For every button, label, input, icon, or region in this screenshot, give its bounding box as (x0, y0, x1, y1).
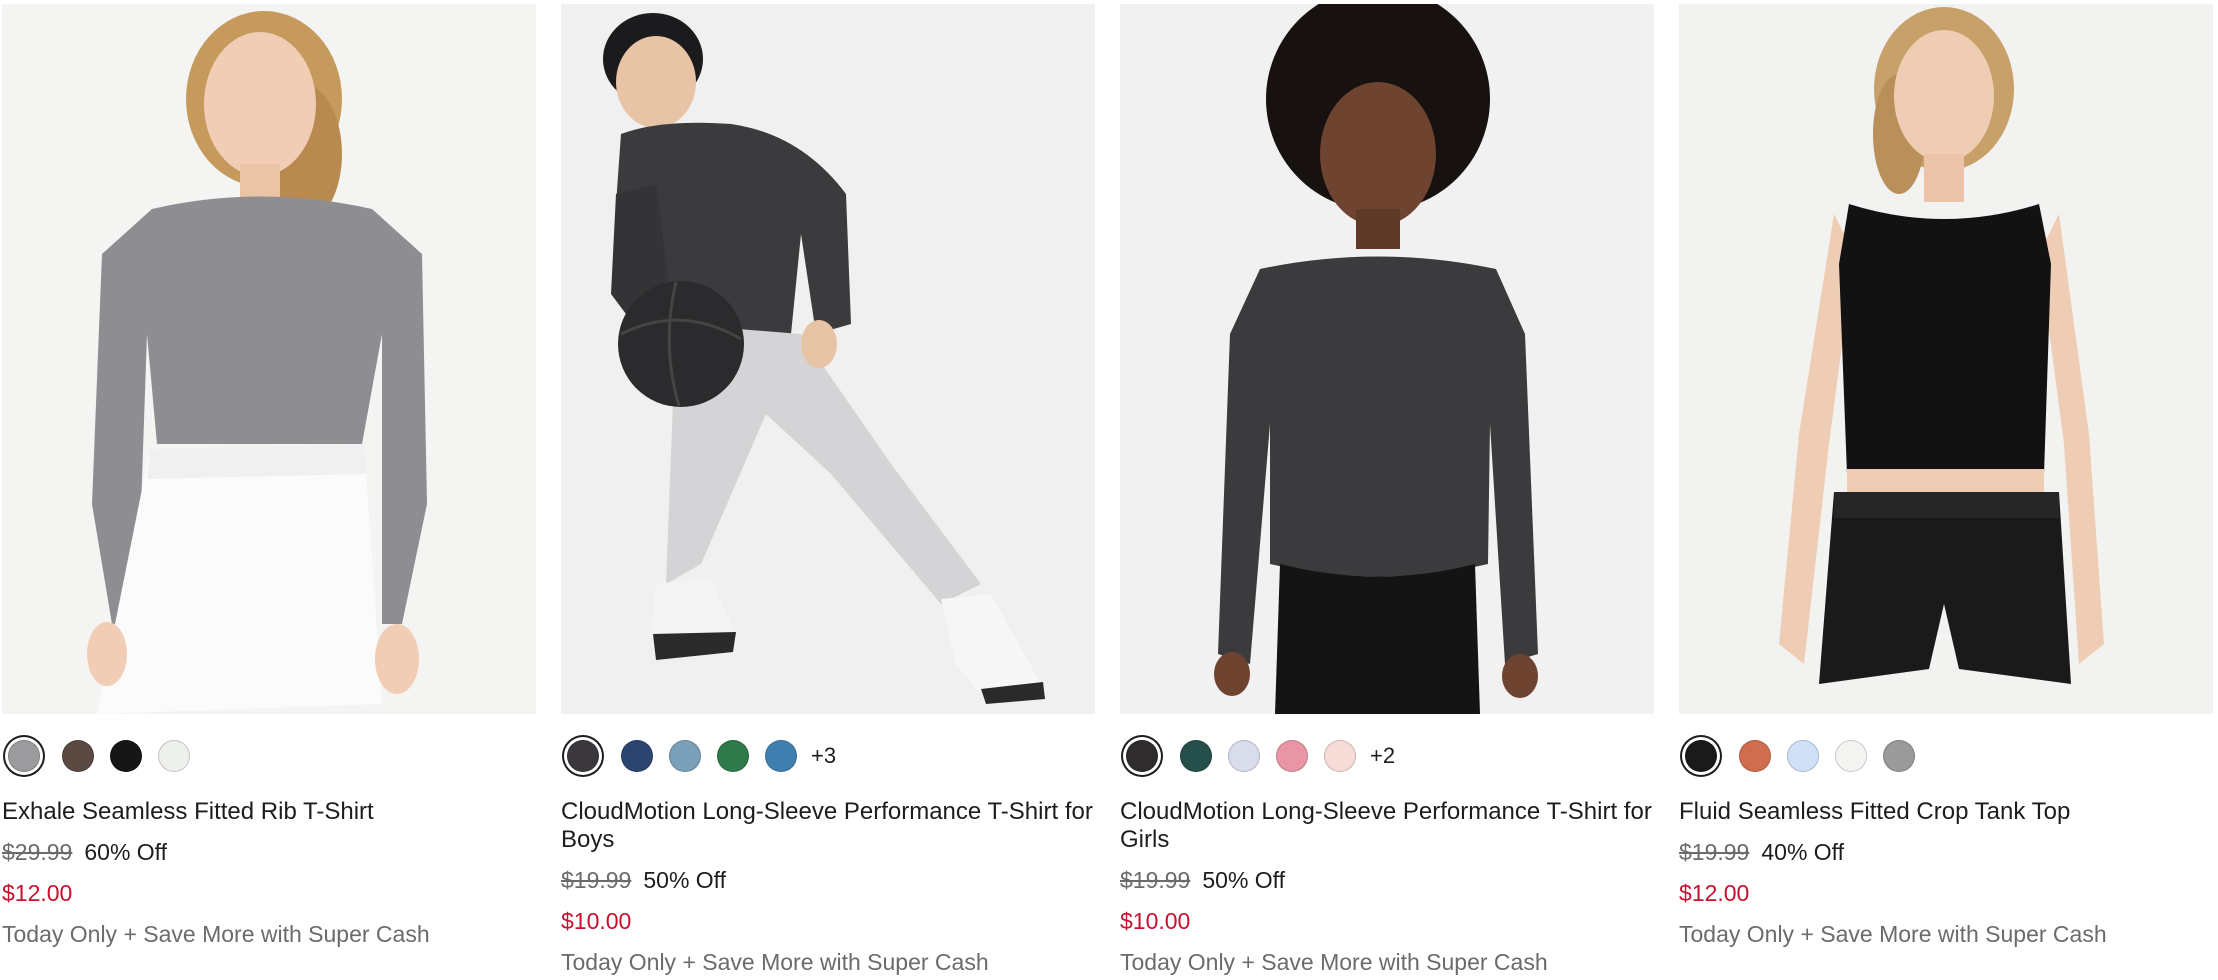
product-grid: Exhale Seamless Fitted Rib T-Shirt $29.9… (0, 0, 2218, 980)
discount-label: 40% Off (1761, 839, 1845, 865)
color-swatch[interactable] (765, 740, 797, 772)
color-swatch[interactable] (1126, 740, 1158, 772)
product-title[interactable]: CloudMotion Long-Sleeve Performance T-Sh… (1120, 798, 1654, 854)
sale-price: $10.00 (561, 908, 632, 934)
product-image[interactable] (1679, 4, 2213, 714)
color-swatch[interactable] (567, 740, 599, 772)
more-colors-link[interactable]: +3 (811, 743, 836, 769)
color-swatch[interactable] (1883, 740, 1915, 772)
promo-text: Today Only + Save More with Super Cash (1679, 921, 2107, 947)
color-swatch[interactable] (1685, 740, 1717, 772)
color-swatch[interactable] (1787, 740, 1819, 772)
original-price: $19.99 (1120, 867, 1191, 893)
original-price: $19.99 (1679, 839, 1750, 865)
color-swatch[interactable] (8, 740, 40, 772)
color-swatch[interactable] (1228, 740, 1260, 772)
discount-label: 50% Off (643, 867, 727, 893)
color-swatch[interactable] (158, 740, 190, 772)
original-price: $29.99 (2, 839, 73, 865)
product-card: Exhale Seamless Fitted Rib T-Shirt $29.9… (2, 0, 536, 947)
product-title[interactable]: CloudMotion Long-Sleeve Performance T-Sh… (561, 798, 1095, 854)
color-swatch[interactable] (1276, 740, 1308, 772)
color-swatches: +2 (1120, 734, 1395, 778)
product-image[interactable] (2, 4, 536, 714)
woman-gray-rib-tshirt-photo (2, 4, 536, 714)
color-swatches (2, 734, 206, 778)
product-card: +2 CloudMotion Long-Sleeve Performance T… (1120, 0, 1654, 975)
product-image[interactable] (1120, 4, 1654, 714)
promo-text: Today Only + Save More with Super Cash (1120, 949, 1548, 975)
price-row: $19.99 50% Off (1120, 866, 1285, 894)
price-row: $29.99 60% Off (2, 838, 167, 866)
product-title[interactable]: Fluid Seamless Fitted Crop Tank Top (1679, 798, 2213, 826)
price-row: $19.99 50% Off (561, 866, 726, 894)
more-colors-link[interactable]: +2 (1370, 743, 1395, 769)
discount-label: 60% Off (84, 839, 168, 865)
color-swatch[interactable] (110, 740, 142, 772)
boy-with-basketball-photo (561, 4, 1095, 714)
color-swatch[interactable] (1739, 740, 1771, 772)
product-card: +3 CloudMotion Long-Sleeve Performance T… (561, 0, 1095, 975)
sale-price: $12.00 (2, 880, 73, 906)
color-swatches (1679, 734, 1931, 778)
color-swatches: +3 (561, 734, 836, 778)
product-card: Fluid Seamless Fitted Crop Tank Top $19.… (1679, 0, 2213, 947)
original-price: $19.99 (561, 867, 632, 893)
product-image[interactable] (561, 4, 1095, 714)
color-swatch[interactable] (669, 740, 701, 772)
color-swatch[interactable] (717, 740, 749, 772)
woman-black-crop-tank-photo (1679, 4, 2213, 714)
discount-label: 50% Off (1202, 867, 1286, 893)
sale-price: $10.00 (1120, 908, 1191, 934)
color-swatch[interactable] (1324, 740, 1356, 772)
girl-dark-longsleeve-photo (1120, 4, 1654, 714)
price-row: $19.99 40% Off (1679, 838, 1844, 866)
sale-price: $12.00 (1679, 880, 1750, 906)
promo-text: Today Only + Save More with Super Cash (2, 921, 430, 947)
color-swatch[interactable] (621, 740, 653, 772)
color-swatch[interactable] (1180, 740, 1212, 772)
color-swatch[interactable] (1835, 740, 1867, 772)
product-title[interactable]: Exhale Seamless Fitted Rib T-Shirt (2, 798, 536, 826)
color-swatch[interactable] (62, 740, 94, 772)
promo-text: Today Only + Save More with Super Cash (561, 949, 989, 975)
